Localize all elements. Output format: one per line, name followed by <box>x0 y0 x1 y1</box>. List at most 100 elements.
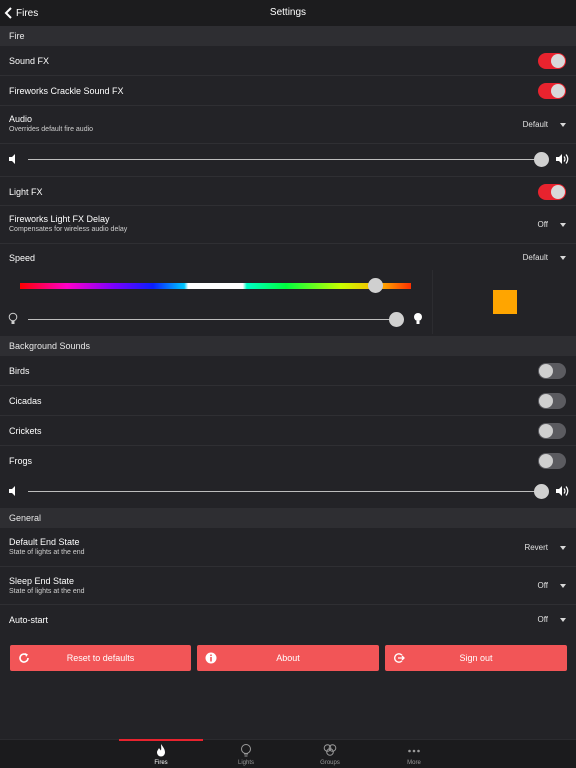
tab-more[interactable]: More <box>372 740 456 768</box>
fireworks-crackle-row: Fireworks Crackle Sound FX <box>0 76 576 106</box>
hue-spectrum-slider[interactable] <box>20 283 411 289</box>
fireworks-crackle-toggle[interactable] <box>538 83 566 99</box>
background-volume-thumb[interactable] <box>533 484 549 499</box>
speaker-low-icon <box>9 154 15 164</box>
toggle-knob <box>539 424 553 438</box>
sleep-end-state-row[interactable]: Sleep End State State of lights at the e… <box>0 567 576 605</box>
frogs-label: Frogs <box>9 456 33 466</box>
sign-out-button[interactable]: Sign out <box>385 645 567 671</box>
caret-down-icon <box>560 122 566 127</box>
caret-down-icon <box>560 617 566 622</box>
color-picker-area <box>0 270 576 334</box>
cicadas-label: Cicadas <box>9 396 42 406</box>
fire-volume-track[interactable] <box>28 159 541 160</box>
reset-to-defaults-button[interactable]: Reset to defaults <box>10 645 191 671</box>
audio-value: Default <box>522 120 548 129</box>
sign-out-button-label: Sign out <box>459 653 493 663</box>
crickets-row: Crickets <box>0 416 576 446</box>
sleep-end-state-subtitle: State of lights at the end <box>9 588 85 595</box>
sound-fx-toggle[interactable] <box>538 53 566 69</box>
auto-start-label: Auto-start <box>9 615 49 625</box>
sound-fx-row: Sound FX <box>0 46 576 76</box>
default-end-state-label: Default End State <box>9 537 80 547</box>
speed-row[interactable]: Speed Default <box>0 244 576 270</box>
audio-label: Audio <box>9 114 33 124</box>
brightness-track[interactable] <box>28 319 404 320</box>
bulb-bright-icon <box>414 313 422 324</box>
audio-row[interactable]: Audio Overrides default fire audio Defau… <box>0 106 576 144</box>
tab-label: Groups <box>320 760 340 766</box>
section-header-fire: Fire <box>0 26 576 46</box>
light-fx-label: Light FX <box>9 187 43 197</box>
fireworks-crackle-label: Fireworks Crackle Sound FX <box>9 86 124 96</box>
toggle-knob <box>551 185 565 199</box>
speaker-high-icon <box>556 154 569 164</box>
section-header-general: General <box>0 508 576 528</box>
fire-volume-thumb[interactable] <box>533 152 549 167</box>
bulb-icon <box>241 744 251 757</box>
sleep-end-state-dropdown[interactable]: Off <box>537 581 566 590</box>
tab-label: More <box>407 760 421 766</box>
crickets-label: Crickets <box>9 426 42 436</box>
frogs-row: Frogs <box>0 446 576 476</box>
fire-volume-row <box>0 144 576 174</box>
default-end-state-value: Revert <box>524 543 548 552</box>
birds-toggle[interactable] <box>538 363 566 379</box>
default-end-state-row[interactable]: Default End State State of lights at the… <box>0 528 576 567</box>
light-fx-row: Light FX <box>0 176 576 206</box>
default-end-state-dropdown[interactable]: Revert <box>524 543 566 552</box>
tab-label: Lights <box>237 760 254 766</box>
brightness-thumb[interactable] <box>388 312 404 327</box>
about-button-label: About <box>276 653 300 663</box>
light-fx-toggle[interactable] <box>538 184 566 200</box>
birds-row: Birds <box>0 356 576 386</box>
toggle-knob <box>551 84 565 98</box>
sound-fx-label: Sound FX <box>9 56 50 66</box>
toggle-knob <box>539 394 553 408</box>
caret-down-icon <box>560 222 566 227</box>
group-bulbs-icon <box>323 744 337 756</box>
cicadas-row: Cicadas <box>0 386 576 416</box>
auto-start-dropdown[interactable]: Off <box>537 615 566 624</box>
caret-down-icon <box>560 583 566 588</box>
speaker-low-icon <box>9 486 15 496</box>
speed-value: Default <box>522 253 548 262</box>
fireworks-delay-dropdown[interactable]: Off <box>537 220 566 229</box>
tab-bar: Fires Lights Groups More <box>0 739 576 768</box>
tab-lights[interactable]: Lights <box>204 740 288 768</box>
flame-icon <box>157 744 165 757</box>
frogs-toggle[interactable] <box>538 453 566 469</box>
fireworks-delay-row[interactable]: Fireworks Light FX Delay Compensates for… <box>0 206 576 244</box>
page-title: Settings <box>269 7 307 18</box>
tab-groups[interactable]: Groups <box>288 740 372 768</box>
background-volume-row <box>0 476 576 506</box>
fireworks-delay-label: Fireworks Light FX Delay <box>9 214 110 224</box>
auto-start-row[interactable]: Auto-start Off <box>0 605 576 633</box>
tab-fires[interactable]: Fires <box>119 739 203 768</box>
navigation-bar: Fires Settings <box>0 0 576 26</box>
speed-dropdown[interactable]: Default <box>523 253 566 262</box>
hue-slider-thumb[interactable] <box>368 278 384 293</box>
crickets-toggle[interactable] <box>538 423 566 439</box>
section-header-background-sounds: Background Sounds <box>0 336 576 356</box>
background-volume-track[interactable] <box>28 491 541 492</box>
bulb-dim-icon <box>8 312 18 324</box>
caret-down-icon <box>560 255 566 260</box>
about-button[interactable]: About <box>197 645 379 671</box>
default-end-state-subtitle: State of lights at the end <box>9 549 85 556</box>
fireworks-delay-value: Off <box>537 220 548 229</box>
audio-subtitle: Overrides default fire audio <box>9 126 94 133</box>
fireworks-delay-subtitle: Compensates for wireless audio delay <box>9 226 128 233</box>
auto-start-value: Off <box>537 615 548 624</box>
sleep-end-state-label: Sleep End State <box>9 576 75 586</box>
speed-label: Speed <box>9 253 36 263</box>
sleep-end-state-value: Off <box>537 581 548 590</box>
reset-button-label: Reset to defaults <box>66 653 135 663</box>
tab-label: Fires <box>154 760 168 766</box>
birds-label: Birds <box>9 366 30 376</box>
cicadas-toggle[interactable] <box>538 393 566 409</box>
color-preview-panel <box>432 270 576 334</box>
caret-down-icon <box>560 545 566 550</box>
audio-dropdown[interactable]: Default <box>523 120 566 129</box>
color-swatch[interactable] <box>493 290 517 314</box>
